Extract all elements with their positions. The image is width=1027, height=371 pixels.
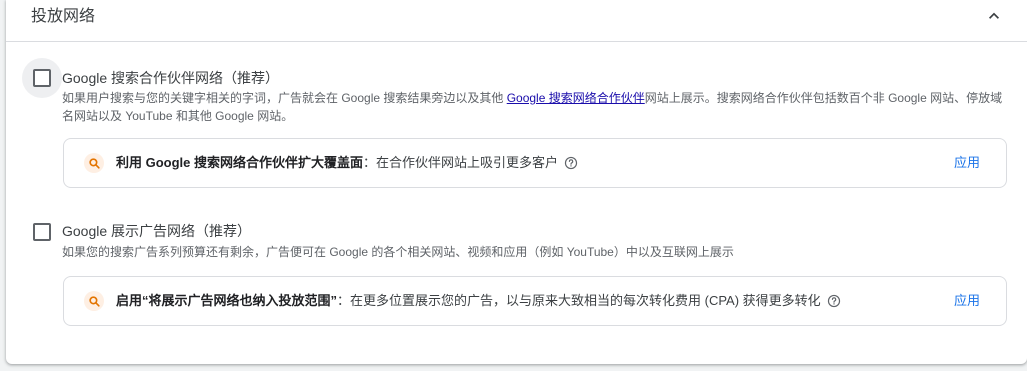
section-title: 投放网络	[31, 8, 96, 25]
search-partners-checkbox[interactable]	[33, 69, 51, 87]
help-icon[interactable]	[564, 156, 578, 170]
collapse-button[interactable]	[980, 4, 1008, 32]
section-header[interactable]: 投放网络	[6, 0, 1027, 42]
chevron-up-icon	[984, 6, 1004, 31]
recommendation-text: 启用“将展示广告网络也纳入投放范围” ：在更多位置展示您的广告，以与原来大致相当的…	[116, 292, 841, 310]
help-icon[interactable]	[827, 294, 841, 308]
apply-button[interactable]: 应用	[954, 291, 980, 311]
search-partners-checkbox-ring[interactable]	[22, 58, 62, 98]
display-network-checkbox-ring[interactable]	[22, 212, 62, 252]
recommendation-search-icon	[84, 291, 104, 311]
recommendation-search-icon	[84, 153, 104, 173]
recommendation-text: 利用 Google 搜索网络合作伙伴扩大覆盖面 ：在合作伙伴网站上吸引更多客户	[116, 154, 578, 172]
networks-card: 投放网络 Google 搜索合作伙伴网络（推荐） 如果用户搜索与您的关键字相关的…	[6, 0, 1027, 364]
search-partners-title: Google 搜索合作伙伴网络（推荐）	[62, 70, 280, 86]
search-partners-link[interactable]: Google 搜索网络合作伙伴	[507, 91, 645, 105]
search-partners-description: 如果用户搜索与您的关键字相关的字词，广告就会在 Google 搜索结果旁边以及其…	[62, 91, 1003, 123]
display-network-checkbox[interactable]	[33, 223, 51, 241]
display-network-description: 如果您的搜索广告系列预算还有剩余，广告便可在 Google 的各个相关网站、视频…	[62, 245, 734, 259]
search-partners-recommendation: 利用 Google 搜索网络合作伙伴扩大覆盖面 ：在合作伙伴网站上吸引更多客户 应…	[63, 138, 1007, 188]
display-network-title: Google 展示广告网络（推荐）	[62, 223, 252, 239]
apply-button[interactable]: 应用	[954, 153, 980, 173]
display-network-recommendation: 启用“将展示广告网络也纳入投放范围” ：在更多位置展示您的广告，以与原来大致相当的…	[63, 276, 1007, 326]
